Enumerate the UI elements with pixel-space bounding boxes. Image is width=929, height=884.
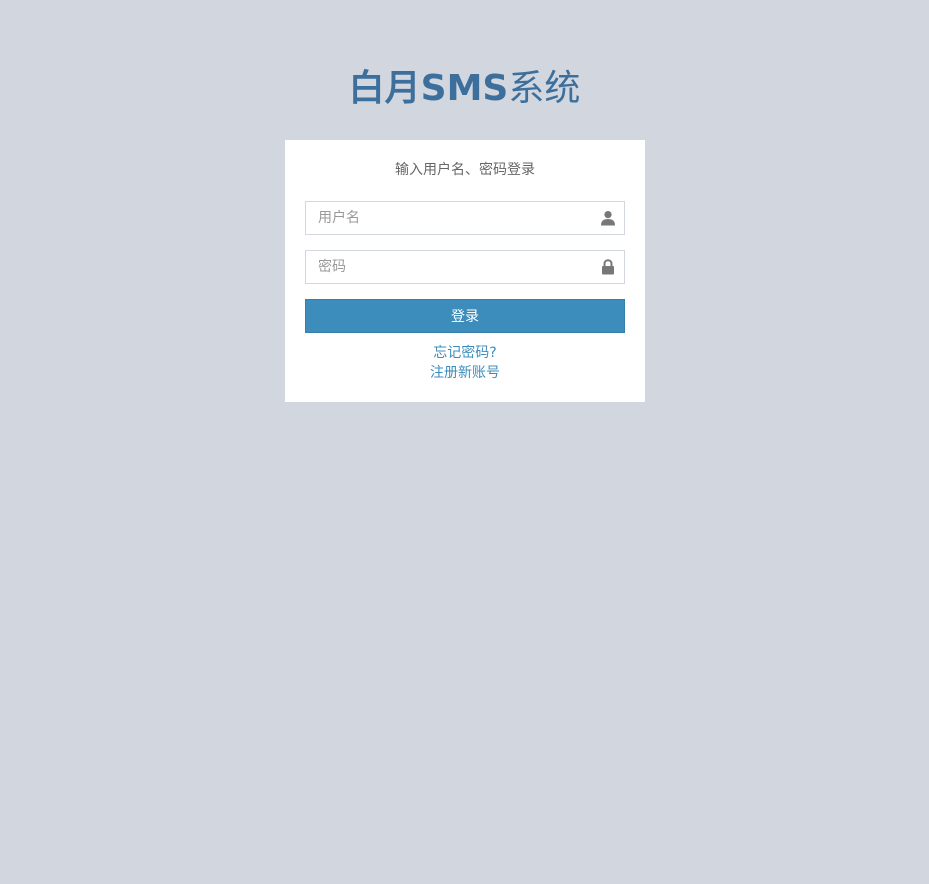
logo-brand: 白月SMS <box>348 68 509 109</box>
lock-icon <box>600 259 616 275</box>
username-field-group <box>305 201 625 235</box>
register-link[interactable]: 注册新账号 <box>305 363 625 383</box>
login-button[interactable]: 登录 <box>305 299 625 333</box>
app-logo[interactable]: 白月SMS系统 <box>0 64 929 114</box>
user-icon <box>600 210 616 226</box>
login-form: 登录 <box>305 201 625 333</box>
login-message: 输入用户名、密码登录 <box>395 162 535 178</box>
password-input[interactable] <box>305 250 625 284</box>
logo-suffix: 系统 <box>508 68 581 109</box>
username-input[interactable] <box>305 201 625 235</box>
login-box: 输入用户名、密码登录 登录 忘记密码? 注册新账号 <box>285 140 645 402</box>
forgot-password-link[interactable]: 忘记密码? <box>305 343 625 363</box>
auth-links: 忘记密码? 注册新账号 <box>305 343 625 383</box>
password-field-group <box>305 250 625 284</box>
